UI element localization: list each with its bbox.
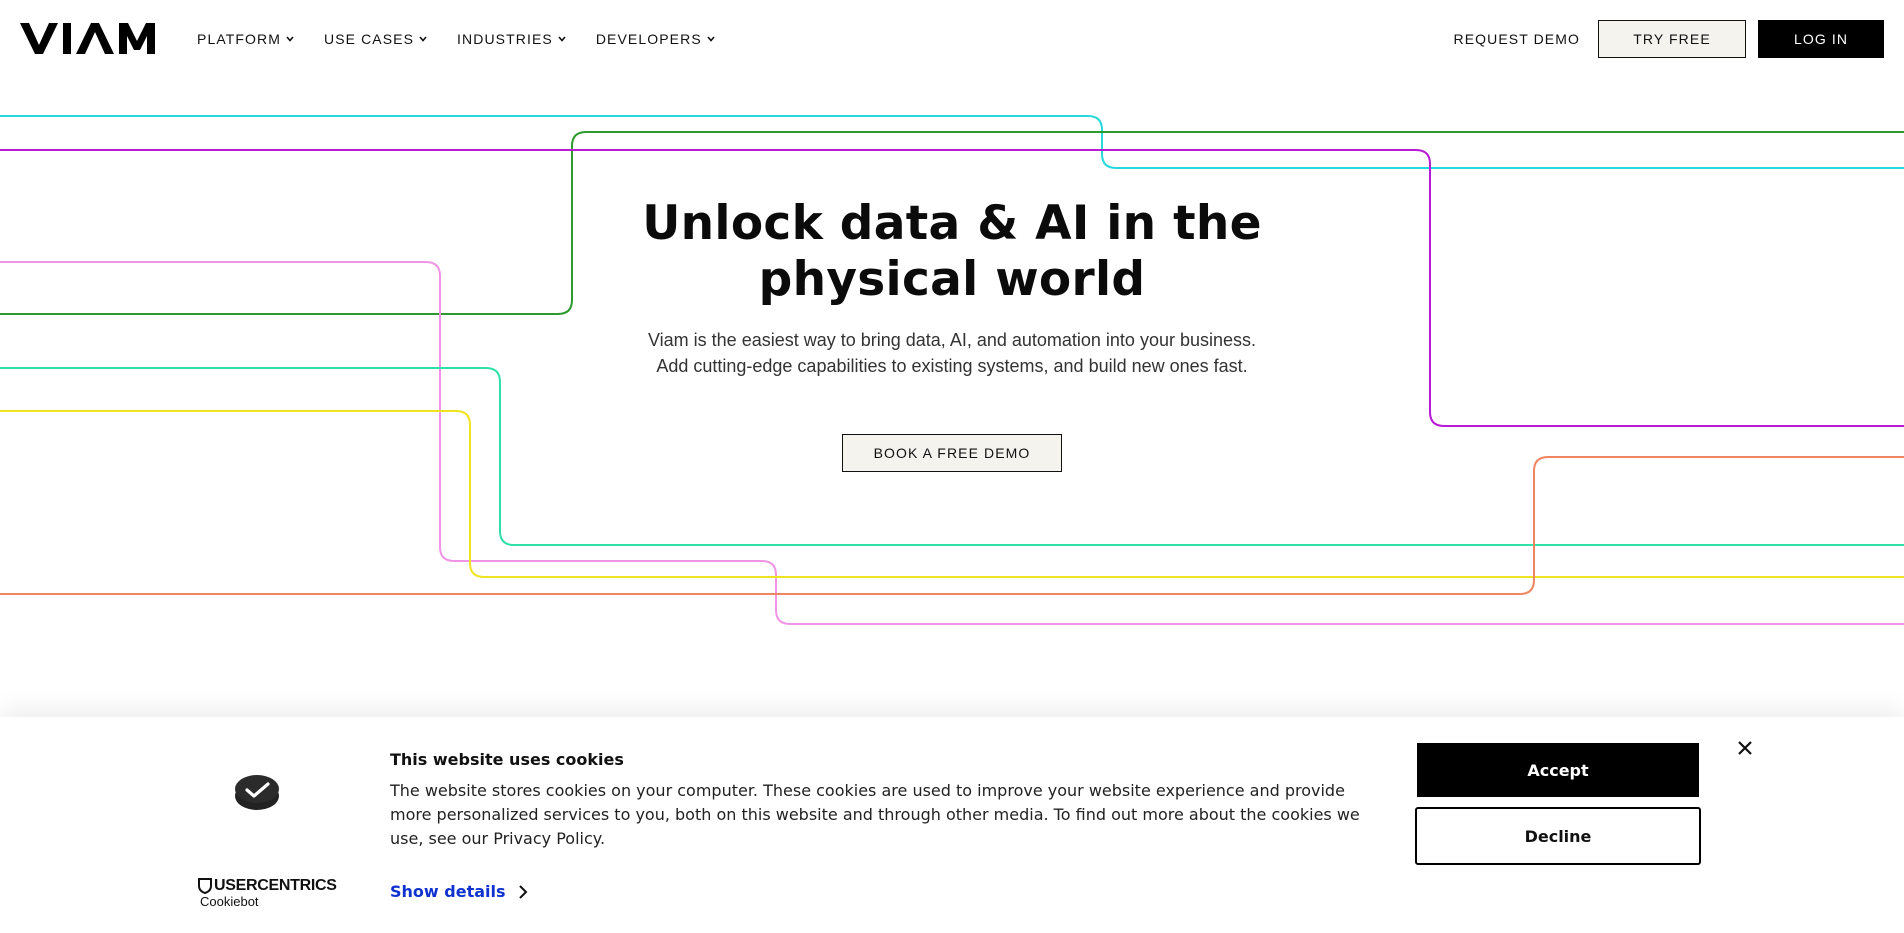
menu-label: INDUSTRIES	[457, 31, 553, 47]
try-free-button[interactable]: TRY FREE	[1598, 20, 1746, 58]
cookie-title: This website uses cookies	[390, 750, 624, 769]
hero-title: Unlock data & AI in the physical world	[600, 196, 1304, 308]
chevron-down-icon	[286, 36, 294, 42]
hero-title-line1: Unlock data & AI in the	[642, 196, 1262, 251]
usercentrics-brand: USERCENTRICS	[214, 877, 337, 894]
accept-button[interactable]: Accept	[1417, 743, 1699, 797]
show-details-link[interactable]: Show details	[390, 882, 528, 901]
menu-label: USE CASES	[324, 31, 415, 47]
log-in-button[interactable]: LOG IN	[1758, 20, 1884, 58]
cookie-body: The website stores cookies on your compu…	[390, 781, 1360, 848]
viam-logo[interactable]	[20, 23, 168, 54]
chevron-down-icon	[558, 36, 566, 42]
request-demo-link[interactable]: REQUEST DEMO	[1453, 31, 1580, 47]
page: PLATFORM USE CASES INDUSTRIES DEVELOPERS…	[0, 0, 1904, 933]
chevron-down-icon	[419, 36, 427, 42]
menu-label: DEVELOPERS	[595, 31, 702, 47]
decline-button[interactable]: Decline	[1415, 807, 1701, 865]
top-nav: PLATFORM USE CASES INDUSTRIES DEVELOPERS…	[0, 0, 1904, 78]
menu-label: PLATFORM	[197, 31, 281, 47]
shield-icon	[198, 878, 212, 894]
hero-subtitle: Viam is the easiest way to bring data, A…	[647, 330, 1257, 376]
nav-actions: REQUEST DEMO TRY FREE LOG IN	[1453, 20, 1884, 58]
chevron-down-icon	[707, 36, 715, 42]
hero-title-line2: physical world	[758, 252, 1146, 307]
close-icon[interactable]	[1737, 740, 1753, 756]
chevron-right-icon	[518, 884, 527, 899]
cookiebot-label: Cookiebot	[200, 894, 259, 909]
main-menu: PLATFORM USE CASES INDUSTRIES DEVELOPERS	[197, 0, 745, 78]
cookiebot-icon	[235, 775, 279, 810]
menu-industries[interactable]: INDUSTRIES	[457, 31, 566, 47]
line-cyan	[0, 115, 1904, 169]
menu-developers[interactable]: DEVELOPERS	[596, 31, 715, 47]
show-details-label: Show details	[390, 882, 506, 901]
cookie-banner: USERCENTRICS Cookiebot This website uses…	[0, 717, 1904, 933]
usercentrics-logo: USERCENTRICS Cookiebot	[198, 877, 337, 909]
menu-platform[interactable]: PLATFORM	[197, 31, 294, 47]
menu-use-cases[interactable]: USE CASES	[324, 31, 427, 47]
book-demo-button[interactable]: BOOK A FREE DEMO	[842, 434, 1062, 472]
